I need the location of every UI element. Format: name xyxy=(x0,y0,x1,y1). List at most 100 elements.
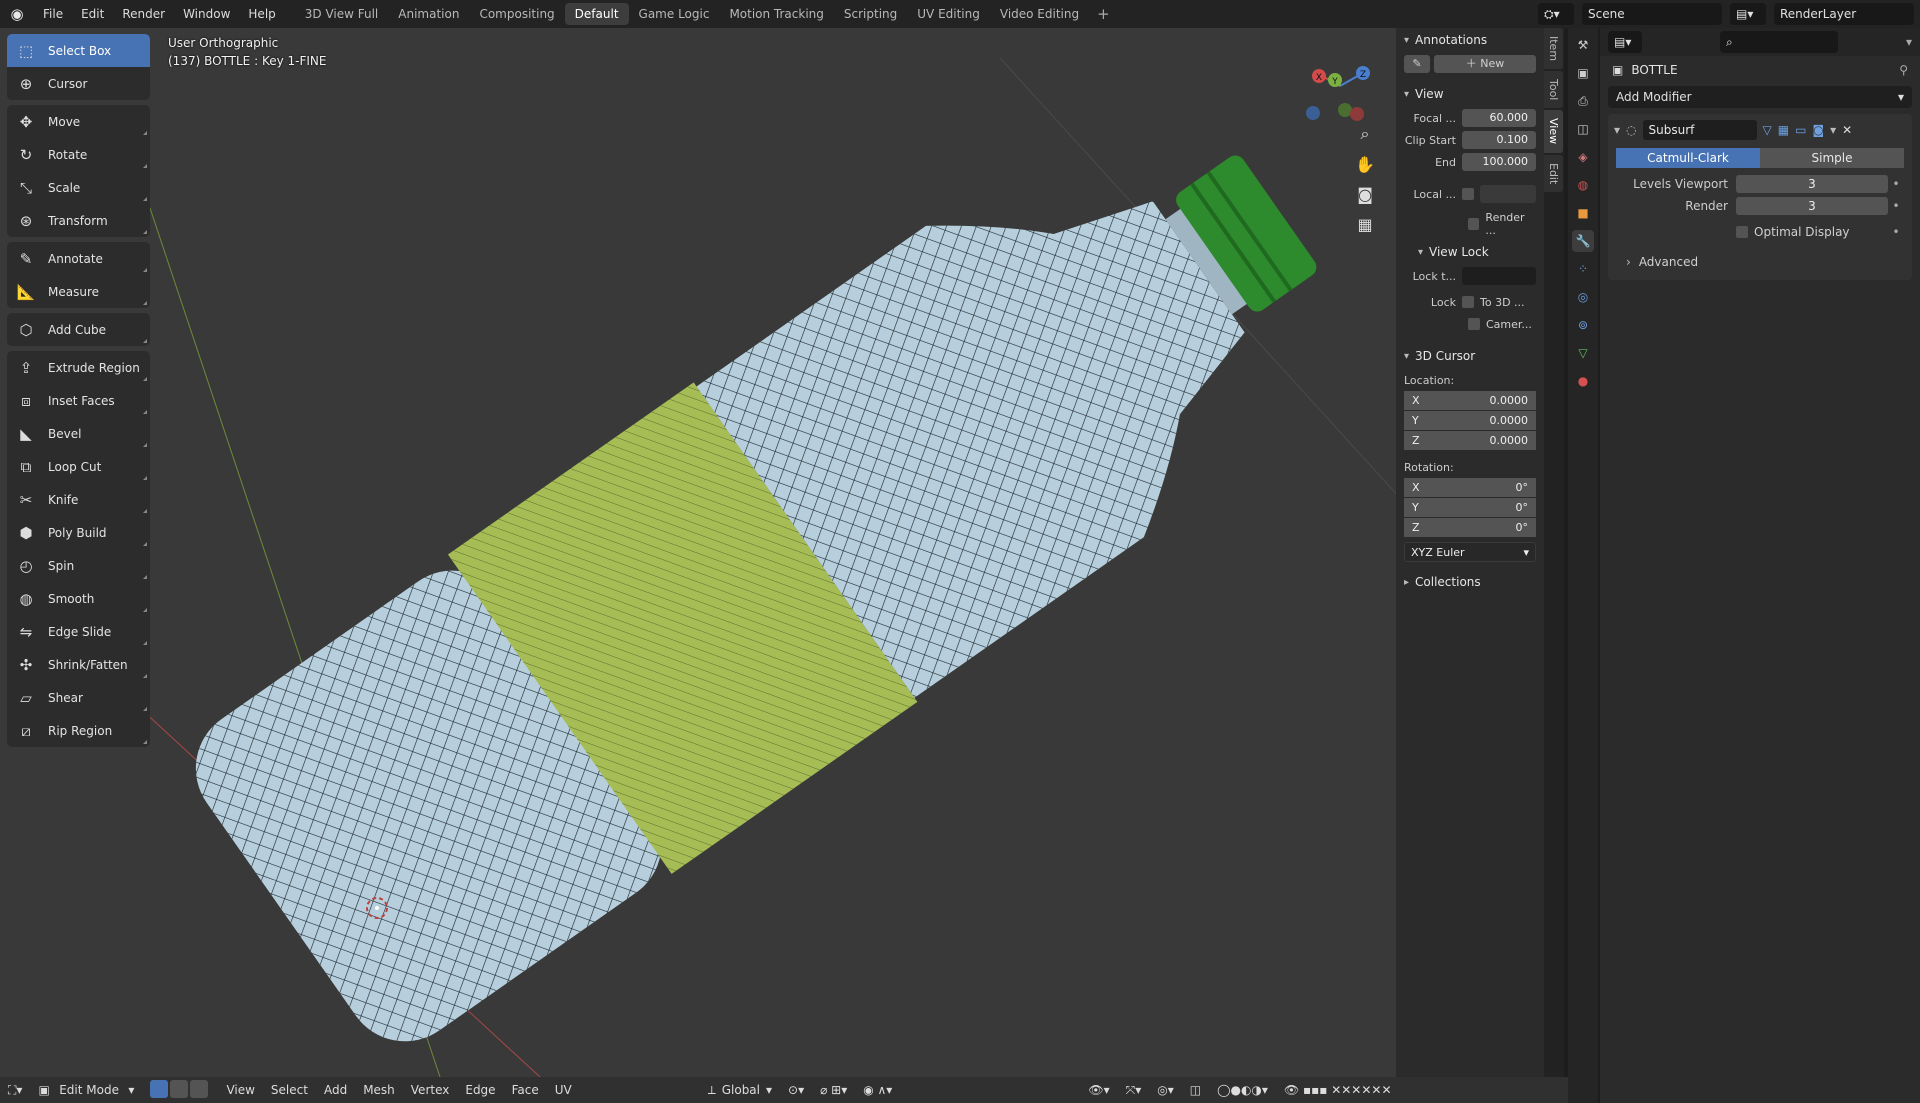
face-select-icon[interactable] xyxy=(190,1079,209,1098)
tool-shear[interactable]: ▱ Shear xyxy=(7,681,150,714)
render-layer-browse-icon[interactable]: ▤▾ xyxy=(1730,3,1766,25)
tab-compositing[interactable]: Compositing xyxy=(469,3,564,25)
local-camera-checkbox[interactable] xyxy=(1462,188,1474,200)
render-layer-field[interactable]: RenderLayer xyxy=(1774,3,1914,25)
tab-game-logic[interactable]: Game Logic xyxy=(629,3,720,25)
keyframe-dot-icon[interactable]: • xyxy=(1888,177,1904,191)
tool-annotate[interactable]: ✎ Annotate xyxy=(7,242,150,275)
gizmo-neg-z[interactable] xyxy=(1306,106,1320,120)
gizmo-neg-x[interactable] xyxy=(1350,107,1364,121)
vertex-select-icon[interactable] xyxy=(150,1079,169,1098)
tool-spin[interactable]: ◴ Spin xyxy=(7,549,150,582)
3d-cursor-header[interactable]: ▾ 3D Cursor xyxy=(1396,344,1544,368)
mesh-data-icon[interactable]: ▽ xyxy=(1572,342,1594,364)
cursor-rotation-z[interactable]: Z 0° xyxy=(1404,518,1536,538)
zoom-icon[interactable]: ⌕ xyxy=(1351,120,1379,148)
tool-bevel[interactable]: ◣ Bevel xyxy=(7,417,150,450)
collections-header[interactable]: ▸ Collections xyxy=(1396,570,1544,594)
tool-scale[interactable]: ⤡ Scale xyxy=(7,171,150,204)
edit-cage-icon[interactable]: ▽ xyxy=(1763,123,1772,137)
lock-to-object-field[interactable] xyxy=(1462,267,1536,285)
header-menu-uv[interactable]: UV xyxy=(547,1083,580,1097)
shading-modes-icon[interactable]: ◯●◐◑▾ xyxy=(1209,1083,1276,1097)
tool-extrude-region[interactable]: ⇪ Extrude Region xyxy=(7,351,150,384)
gizmo-toggle-icon[interactable]: ⤧▾ xyxy=(1118,1083,1150,1098)
render-region-checkbox[interactable] xyxy=(1468,218,1480,230)
sidebar-tab-view[interactable]: View xyxy=(1544,110,1563,153)
sidebar-tab-edit[interactable]: Edit xyxy=(1544,154,1563,192)
render-levels-field[interactable]: 3 xyxy=(1736,197,1888,215)
tool-add-cube[interactable]: ⬡ Add Cube xyxy=(7,313,150,346)
rotation-mode-dropdown[interactable]: XYZ Euler ▾ xyxy=(1404,542,1536,562)
chevron-down-icon[interactable]: ▾ xyxy=(1906,35,1912,49)
modifier-name-field[interactable]: Subsurf xyxy=(1642,120,1757,140)
navigation-gizmo[interactable]: X Y Z xyxy=(1300,46,1380,126)
render-properties-icon[interactable]: ▣ xyxy=(1572,62,1594,84)
cursor-location-z[interactable]: Z 0.0000 xyxy=(1404,431,1536,451)
cursor-rotation-x[interactable]: X 0° xyxy=(1404,478,1536,498)
scene-properties-icon[interactable]: ◈ xyxy=(1572,146,1594,168)
gizmo-neg-y[interactable] xyxy=(1338,103,1352,117)
world-properties-icon[interactable]: ◍ xyxy=(1572,174,1594,196)
tool-measure[interactable]: 📐 Measure xyxy=(7,275,150,308)
focal-length-field[interactable]: 60.000 xyxy=(1462,109,1536,127)
header-menu-face[interactable]: Face xyxy=(504,1083,547,1097)
tool-smooth[interactable]: ◍ Smooth xyxy=(7,582,150,615)
simple-button[interactable]: Simple xyxy=(1760,148,1904,168)
view-layer-icon[interactable]: ◫ xyxy=(1572,118,1594,140)
annotations-header[interactable]: ▾ Annotations xyxy=(1396,28,1544,52)
tool-rotate[interactable]: ↻ Rotate xyxy=(7,138,150,171)
lock-to-3d-cursor-checkbox[interactable] xyxy=(1462,296,1474,308)
mode-dropdown[interactable]: ▣ Edit Mode ▾ xyxy=(30,1083,142,1097)
tool-edge-slide[interactable]: ⇋ Edge Slide xyxy=(7,615,150,648)
sidebar-tab-item[interactable]: Item xyxy=(1544,28,1563,70)
cursor-rotation-y[interactable]: Y 0° xyxy=(1404,498,1536,518)
menu-file[interactable]: File xyxy=(34,0,72,28)
view-header[interactable]: ▾ View xyxy=(1396,82,1544,106)
pin-icon[interactable]: ⚲ xyxy=(1899,63,1908,77)
menu-edit[interactable]: Edit xyxy=(72,0,113,28)
clip-start-field[interactable]: 0.100 xyxy=(1462,131,1536,149)
tool-poly-build[interactable]: ⬢ Poly Build xyxy=(7,516,150,549)
cursor-location-x[interactable]: X 0.0000 xyxy=(1404,391,1536,411)
tab-3d-view-full[interactable]: 3D View Full xyxy=(295,3,389,25)
chevron-down-icon[interactable]: ▾ xyxy=(1830,123,1836,137)
view-lock-header[interactable]: ▾ View Lock xyxy=(1396,240,1544,264)
edit-mode-icon[interactable]: ▦ xyxy=(1778,123,1789,137)
chevron-down-icon[interactable]: ▾ xyxy=(1614,123,1620,137)
scene-field[interactable]: Scene xyxy=(1582,3,1722,25)
header-menu-vertex[interactable]: Vertex xyxy=(403,1083,458,1097)
tool-cursor[interactable]: ⊕ Cursor xyxy=(7,67,150,100)
tool-shrink-fatten[interactable]: ✣ Shrink/Fatten xyxy=(7,648,150,681)
xray-icon[interactable]: ◫ xyxy=(1182,1083,1209,1097)
constraints-icon[interactable]: ⊚ xyxy=(1572,314,1594,336)
advanced-subpanel[interactable]: › Advanced xyxy=(1616,252,1904,272)
tool-loop-cut[interactable]: ⧉ Loop Cut xyxy=(7,450,150,483)
3d-viewport[interactable]: ⬚ Select Box ⊕ Cursor ✥ Move ↻ Rotate ⤡ Scale ⊛ Tra… xyxy=(0,28,1548,1077)
tool-rip-region[interactable]: ⧄ Rip Region xyxy=(7,714,150,747)
optimal-display-checkbox[interactable] xyxy=(1736,226,1748,238)
overlay-icon[interactable]: ◎▾ xyxy=(1149,1083,1182,1097)
tab-video-editing[interactable]: Video Editing xyxy=(990,3,1089,25)
header-menu-view[interactable]: View xyxy=(218,1083,262,1097)
physics-icon[interactable]: ◎ xyxy=(1572,286,1594,308)
output-properties-icon[interactable]: ⎙ xyxy=(1572,90,1594,112)
viewport-display-icon[interactable]: ▭ xyxy=(1795,123,1806,137)
levels-viewport-field[interactable]: 3 xyxy=(1736,175,1888,193)
proportional-edit-icon[interactable]: ◉ ∧▾ xyxy=(855,1083,900,1097)
orientation-dropdown[interactable]: ⟂ Global ▾ xyxy=(700,1083,780,1098)
annotation-new-button[interactable]: ＋ New xyxy=(1434,55,1536,73)
pan-hand-icon[interactable]: ✋ xyxy=(1351,150,1379,178)
header-menu-edge[interactable]: Edge xyxy=(457,1083,503,1097)
tool-properties-icon[interactable]: ⚒ xyxy=(1572,34,1594,56)
menu-window[interactable]: Window xyxy=(174,0,239,28)
header-menu-select[interactable]: Select xyxy=(263,1083,316,1097)
modifier-properties-icon[interactable]: 🔧 xyxy=(1572,230,1594,252)
clip-end-field[interactable]: 100.000 xyxy=(1462,153,1536,171)
edge-select-icon[interactable] xyxy=(170,1079,189,1098)
sidebar-tab-tool[interactable]: Tool xyxy=(1544,71,1563,109)
keyframe-dot-icon[interactable]: • xyxy=(1888,199,1904,213)
local-camera-field[interactable] xyxy=(1480,185,1536,203)
pivot-icon[interactable]: ⊙▾ xyxy=(780,1083,812,1097)
tab-default[interactable]: Default xyxy=(564,3,629,25)
